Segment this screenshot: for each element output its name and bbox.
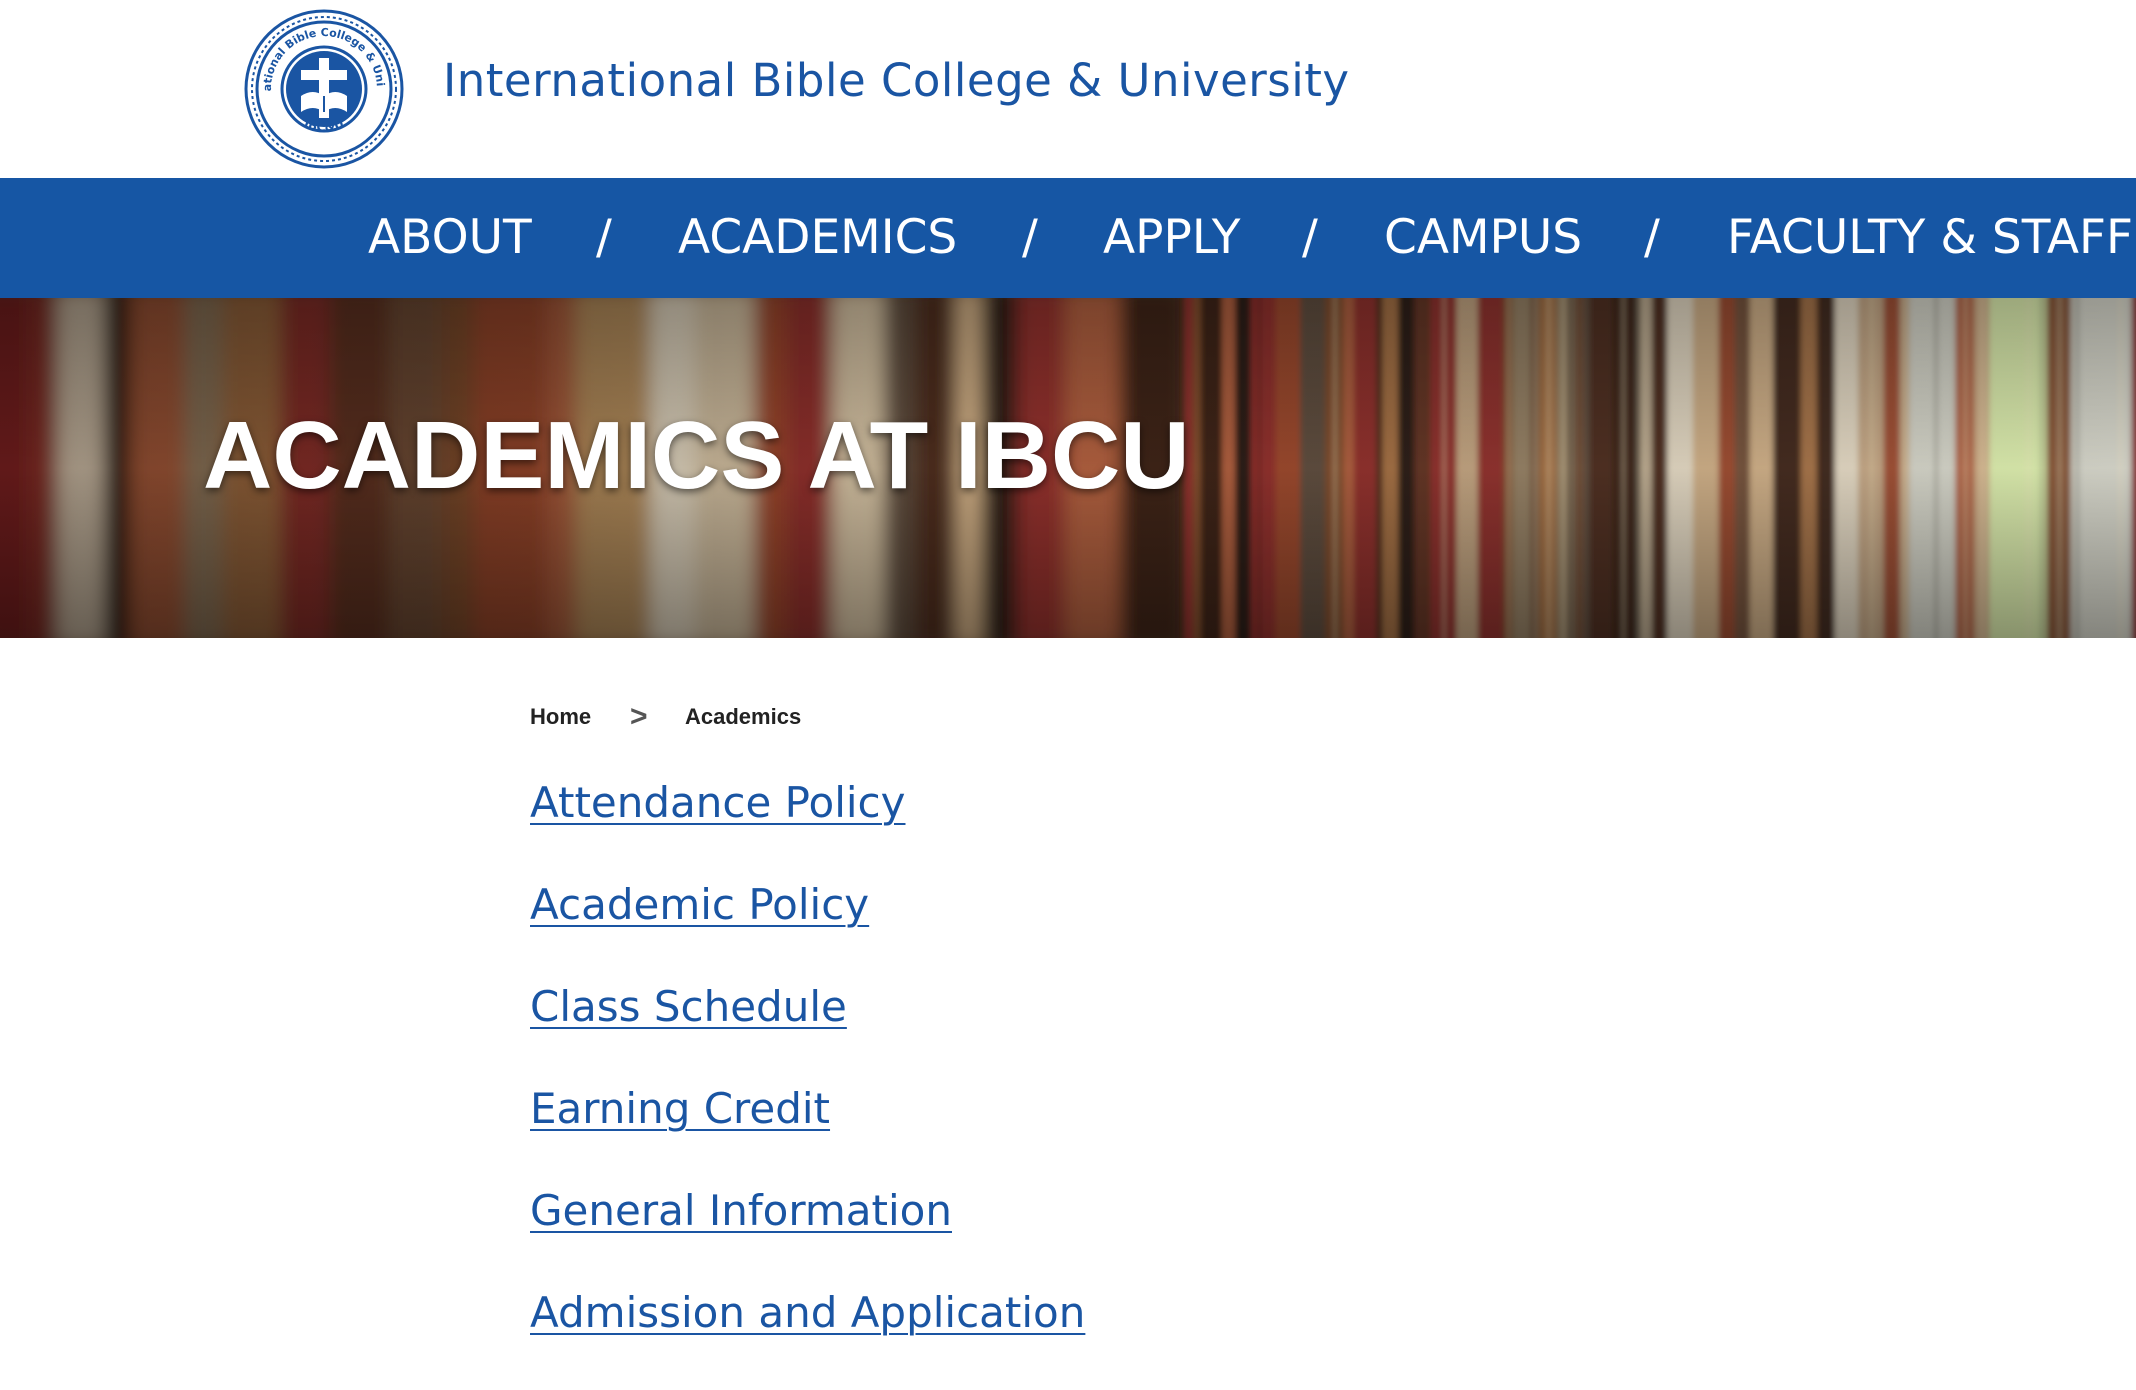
nav-item-about[interactable]: ABOUT <box>368 178 532 298</box>
link-academic-policy[interactable]: Academic Policy <box>530 880 869 929</box>
list-item: Academic Policy <box>530 880 1085 982</box>
link-class-schedule[interactable]: Class Schedule <box>530 982 847 1031</box>
page-title: ACADEMICS AT IBCU <box>203 402 1190 509</box>
link-admission-and-application[interactable]: Admission and Application <box>530 1288 1085 1337</box>
link-attendance-policy[interactable]: Attendance Policy <box>530 778 906 827</box>
college-logo[interactable]: International Bible College & University… <box>239 0 405 170</box>
link-general-information[interactable]: General Information <box>530 1186 952 1235</box>
link-earning-credit[interactable]: Earning Credit <box>530 1084 830 1133</box>
nav-separator: / <box>1302 210 1318 265</box>
list-item: Class Schedule <box>530 982 1085 1084</box>
list-item: Earning Credit <box>530 1084 1085 1186</box>
list-item: General Information <box>530 1186 1085 1288</box>
nav-item-academics[interactable]: ACADEMICS <box>678 178 957 298</box>
college-seal-icon: International Bible College & University… <box>239 0 404 169</box>
nav-item-campus[interactable]: CAMPUS <box>1384 178 1582 298</box>
list-item: Admission and Application <box>530 1288 1085 1390</box>
nav-separator: / <box>1644 210 1660 265</box>
breadcrumb-home-link[interactable]: Home <box>530 704 591 730</box>
breadcrumb-separator: > <box>630 700 648 733</box>
nav-separator: / <box>1022 210 1038 265</box>
site-header: International Bible College & University… <box>0 0 2136 178</box>
breadcrumb-current: Academics <box>685 704 802 729</box>
hero-banner: ACADEMICS AT IBCU <box>0 298 2136 638</box>
nav-item-faculty-staff[interactable]: FACULTY & STAFF <box>1727 178 2133 298</box>
nav-item-apply[interactable]: APPLY <box>1103 178 1241 298</box>
main-navigation: ABOUT / ACADEMICS / APPLY / CAMPUS / FAC… <box>0 178 2136 298</box>
list-item: Attendance Policy <box>530 778 1085 880</box>
academics-link-list: Attendance Policy Academic Policy Class … <box>530 778 1085 1390</box>
nav-separator: / <box>596 210 612 265</box>
site-title[interactable]: International Bible College & University <box>443 54 1350 107</box>
